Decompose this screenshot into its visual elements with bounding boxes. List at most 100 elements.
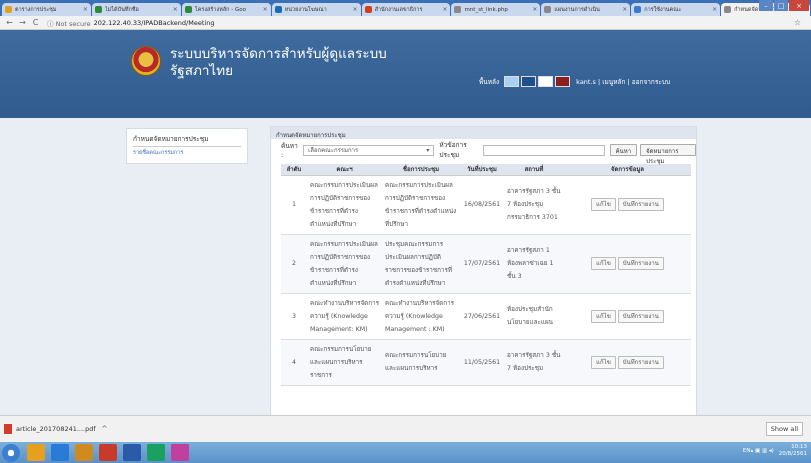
edit-button[interactable]: แก้ไข: [591, 198, 616, 211]
record-report-button[interactable]: บันทึกรายงาน: [617, 198, 664, 211]
edit-button[interactable]: แก้ไข: [591, 257, 616, 270]
tab-favicon-icon: [544, 6, 552, 13]
browser-tab-strip: ตารางการประชุม × ไม่ได้บันทึกชื่อ × โครงสร้า…: [0, 0, 811, 16]
meeting-place-cell: อาคารรัฐสภา 3 ชั้น 7 ห้องประชุม: [504, 339, 564, 386]
security-text: Not secure: [55, 19, 91, 28]
address-bar[interactable]: 202.122.40.33/IPADBackend/Meeting: [94, 19, 215, 27]
download-menu-caret[interactable]: ^: [102, 425, 108, 433]
add-meeting-button[interactable]: จัดหมายการประชุม: [640, 144, 696, 165]
committee-cell: คณะกรรมการประเมินผลการปฏิบัติราชการของข้…: [307, 234, 382, 294]
parliament-logo: [131, 46, 161, 76]
back-button[interactable]: ←: [4, 18, 15, 27]
taskbar-app-icon[interactable]: [99, 444, 117, 461]
sidebar-link-committees[interactable]: รายชื่อคณะกรรมการ: [133, 149, 241, 157]
record-report-button[interactable]: บันทึกรายงาน: [617, 257, 664, 270]
reload-button[interactable]: C: [30, 18, 41, 27]
swatch-navy[interactable]: [521, 76, 537, 87]
tab-favicon-icon: [184, 6, 192, 13]
minimize-icon[interactable]: –: [759, 0, 773, 11]
close-tab-icon[interactable]: ×: [622, 6, 627, 13]
header-controls: พื้นหลัง kant.s | เมนูหลัก | ออกจากระบบ: [479, 76, 670, 87]
language-indicator[interactable]: EN: [743, 448, 751, 454]
maximize-icon[interactable]: □: [774, 0, 788, 11]
edit-button[interactable]: แก้ไข: [591, 355, 616, 369]
tray-icons[interactable]: ▴ ▣ ▥ ◂): [750, 448, 773, 454]
close-tab-icon[interactable]: ×: [83, 6, 88, 13]
table-body: 1 คณะกรรมการประเมินผลการปฏิบัติราชการของข…: [281, 175, 691, 386]
committee-select[interactable]: เลือกคณะกรรมการ ▾: [303, 144, 435, 156]
swatch-maroon[interactable]: [555, 76, 571, 87]
topic-input[interactable]: [483, 144, 605, 156]
record-report-button[interactable]: บันทึกรายงาน: [617, 309, 664, 323]
meeting-table: ลำดับ คณะฯ ชื่อการประชุม วันที่ประชุม สถานที…: [281, 164, 691, 386]
column-header: ชื่อการประชุม: [382, 164, 460, 176]
forward-button[interactable]: →: [17, 18, 28, 27]
swatch-light-blue[interactable]: [504, 76, 520, 87]
browser-tab[interactable]: ตารางการประชุม ×: [2, 3, 91, 16]
clock-date: 20/8/2561: [778, 451, 807, 457]
browser-tab[interactable]: สำนักงานเลขาธิการ ×: [361, 3, 451, 16]
system-tray: EN ▴ ▣ ▥ ◂) 10:13 20/8/2561: [743, 444, 807, 458]
actions-cell: แก้ไข บันทึกรายงาน: [564, 293, 691, 340]
close-tab-icon[interactable]: ×: [532, 6, 537, 13]
swatch-white[interactable]: [538, 76, 554, 87]
record-report-button[interactable]: บันทึกรายงาน: [617, 355, 664, 369]
column-header: คณะฯ: [307, 164, 382, 176]
sidebar-title[interactable]: กำหนดจัดหมายการประชุม: [133, 134, 241, 147]
row-number: 2: [281, 234, 307, 294]
tab-favicon-icon: [274, 6, 282, 13]
close-tab-icon[interactable]: ×: [442, 6, 447, 13]
browser-tab[interactable]: การใช้งานคณะ ×: [631, 3, 721, 16]
close-tab-icon[interactable]: ×: [353, 6, 358, 13]
topic-label: หัวข้อการประชุม: [439, 141, 467, 159]
tab-favicon-icon: [724, 6, 732, 13]
background-label: พื้นหลัง: [479, 77, 500, 86]
tab-title: mnt_st_link.php: [464, 6, 508, 13]
search-button[interactable]: ค้นหา: [609, 144, 638, 156]
edit-button[interactable]: แก้ไข: [591, 309, 616, 323]
close-tab-icon[interactable]: ×: [263, 6, 268, 13]
meeting-date-cell: 16/08/2561: [460, 175, 504, 235]
taskbar-app-icon[interactable]: [27, 444, 45, 461]
table-row: 3 คณะทำงานบริหารจัดการความรู้ (Knowledge …: [281, 293, 691, 340]
table-row: 4 คณะกรรมการนโยบายและแผนการบริหารราชการ คณ…: [281, 339, 691, 386]
browser-tab[interactable]: ไม่ได้บันทึกชื่อ ×: [91, 3, 181, 16]
tab-title: การใช้งานคณะ: [644, 6, 682, 13]
taskbar-app-icon[interactable]: [147, 444, 165, 461]
content-area: กำหนดจัดหมายการประชุม รายชื่อคณะกรรมการ …: [0, 118, 811, 418]
site-title-line2: รัฐสภาไทย: [170, 63, 234, 79]
browser-tab[interactable]: โครงสร้างหลัก - Goo ×: [181, 3, 271, 16]
show-all-button[interactable]: Show all: [765, 422, 803, 436]
close-tab-icon[interactable]: ×: [712, 6, 717, 13]
not-secure-label[interactable]: ⓘ Not secure: [47, 18, 91, 28]
browser-tab[interactable]: mnt_st_link.php ×: [451, 3, 541, 16]
taskbar-app-icon[interactable]: [171, 444, 189, 461]
browser-tab[interactable]: แผนงานการดำเนิน ×: [541, 3, 631, 16]
close-tab-icon[interactable]: ×: [173, 6, 178, 13]
site-title-line1: ระบบบริหารจัดการสำหรับผู้ดูแลระบบ: [170, 46, 387, 62]
tab-favicon-icon: [454, 6, 462, 13]
download-item[interactable]: article_201708241....pdf ^: [4, 424, 108, 434]
user-links[interactable]: kant.s | เมนูหลัก | ออกจากระบบ: [576, 77, 670, 87]
meeting-date-cell: 27/06/2561: [460, 293, 504, 340]
committee-select-value: เลือกคณะกรรมการ: [308, 147, 359, 154]
clock[interactable]: 10:13 20/8/2561: [779, 444, 807, 458]
taskbar-app-icon[interactable]: [51, 444, 69, 461]
close-window-icon[interactable]: ×: [789, 0, 809, 11]
taskbar-app-icon[interactable]: [75, 444, 93, 461]
pdf-file-icon: [4, 424, 12, 434]
meeting-place-cell: ห้องประชุมสำนักนโยบายและแผน: [504, 293, 564, 340]
committee-cell: คณะกรรมการประเมินผลการปฏิบัติราชการของข้…: [307, 175, 382, 235]
start-button-icon[interactable]: [2, 443, 20, 462]
meeting-name-cell: คณะกรรมการประเมินผลการปฏิบัติราชการของข้…: [382, 175, 460, 235]
browser-toolbar: ← → C ⓘ Not secure 202.122.40.33/IPADBac…: [0, 16, 811, 30]
row-number: 1: [281, 175, 307, 235]
chevron-down-icon: ▾: [426, 146, 430, 154]
bookmark-star-icon[interactable]: ☆: [794, 18, 801, 27]
download-file-name: article_201708241....pdf: [16, 425, 96, 433]
tab-favicon-icon: [634, 6, 642, 13]
meeting-place-cell: อาคารรัฐสภา 3 ชั้น 7 ห้องประชุมกรรมาธิกา…: [504, 175, 564, 235]
browser-tab[interactable]: หน่วยงานโฆษณา ×: [271, 3, 361, 16]
taskbar-app-icon[interactable]: [123, 444, 141, 461]
meeting-name-cell: ประชุมคณะกรรมการประเมินผลการปฏิบัติราชกา…: [382, 234, 460, 294]
